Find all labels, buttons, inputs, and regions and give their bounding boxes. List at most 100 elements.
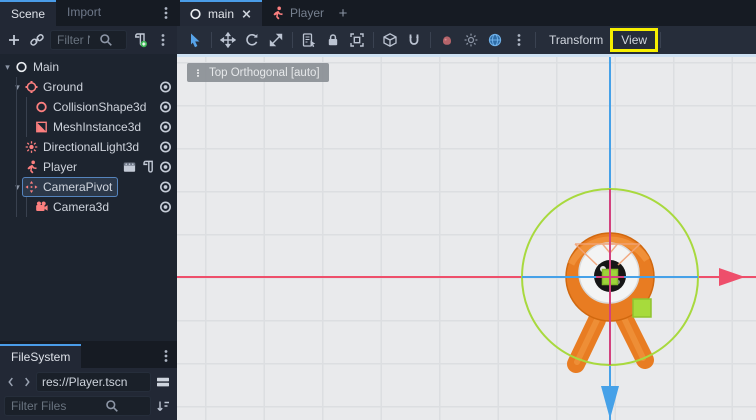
move-gizmo-xz-plane-handle[interactable] <box>633 299 651 317</box>
tree-row-camera3d[interactable]: Camera3d <box>0 197 177 217</box>
rotate-tool-icon[interactable] <box>240 28 264 52</box>
tree-guide-line <box>16 197 17 217</box>
tree-guide-line <box>16 137 17 157</box>
select-tool-icon[interactable] <box>183 28 207 52</box>
tree-node-label: Main <box>33 60 59 74</box>
viewport-scene <box>177 54 756 420</box>
group-icon[interactable] <box>345 28 369 52</box>
tree-guide-line <box>16 157 17 177</box>
visibility-eye-icon[interactable] <box>158 100 173 115</box>
tree-node-label: Player <box>43 160 77 174</box>
add-scene-tab-button[interactable]: + <box>332 0 354 26</box>
menu-transform[interactable]: Transform <box>540 30 612 50</box>
snap-icon[interactable] <box>402 28 426 52</box>
scene-dock-menu-dots-icon[interactable] <box>157 4 175 22</box>
lock-icon[interactable] <box>321 28 345 52</box>
godot-editor-window: Scene Import Filter Node ▾ Main ▾Ground Col… <box>0 0 756 420</box>
visibility-eye-icon[interactable] <box>158 80 173 95</box>
scene-tab-label: Player <box>290 6 324 20</box>
visibility-eye-icon[interactable] <box>158 180 173 195</box>
characterbody3d-icon <box>270 6 285 21</box>
attach-script-button[interactable] <box>130 30 150 50</box>
tab-filesystem[interactable]: FileSystem <box>0 344 81 368</box>
collisionshape3d-icon <box>34 100 49 115</box>
tree-row-main[interactable]: ▾ Main <box>0 57 177 77</box>
tree-node-label: CameraPivot <box>43 180 112 194</box>
tree-node-label: MeshInstance3d <box>53 120 141 134</box>
expander-arrow-icon[interactable]: ▾ <box>12 82 23 93</box>
filter-files-placeholder: Filter Files <box>11 399 79 413</box>
toolbar-separator <box>211 32 212 48</box>
sun-icon[interactable] <box>459 28 483 52</box>
filesystem-menu-dots-icon[interactable] <box>157 347 175 365</box>
move-gizmo-z-arrow[interactable] <box>601 386 619 419</box>
camera-preview-icon[interactable] <box>435 28 459 52</box>
tree-guide-line <box>16 177 17 197</box>
view-mode-label: Top Orthogonal [auto] <box>209 67 320 79</box>
toolbar-separator <box>430 32 431 48</box>
filter-node-placeholder: Filter Node <box>57 33 90 47</box>
file-sort-button[interactable] <box>153 396 173 416</box>
expander-arrow-icon[interactable]: ▾ <box>12 182 23 193</box>
move-tool-icon[interactable] <box>216 28 240 52</box>
scene-tab-main[interactable]: main <box>180 0 262 26</box>
filesystem-filter-row: Filter Files <box>4 396 173 418</box>
dots-vertical-icon[interactable] <box>507 28 531 52</box>
viewport-toolbar: TransformView <box>177 26 756 54</box>
tree-guide-line <box>26 97 27 117</box>
toolbar-separator <box>535 32 536 48</box>
visibility-eye-icon[interactable] <box>158 200 173 215</box>
tree-node-label: CollisionShape3d <box>53 100 146 114</box>
visibility-eye-icon[interactable] <box>158 160 173 175</box>
nav-back-icon[interactable] <box>4 373 18 391</box>
visibility-eye-icon[interactable] <box>158 140 173 155</box>
tree-row-ground[interactable]: ▾Ground <box>0 77 177 97</box>
toolbar-separator <box>292 32 293 48</box>
toolbar-separator <box>373 32 374 48</box>
box-icon[interactable] <box>378 28 402 52</box>
move-gizmo-x-arrow[interactable] <box>719 268 745 286</box>
visibility-eye-icon[interactable] <box>158 120 173 135</box>
tree-row-collisionshape3d[interactable]: CollisionShape3d <box>0 97 177 117</box>
tree-row-directionallight3d[interactable]: DirectionalLight3d <box>0 137 177 157</box>
view-mode-pill[interactable]: Top Orthogonal [auto] <box>187 63 329 82</box>
search-icon <box>90 33 123 48</box>
tree-row-meshinstance3d[interactable]: MeshInstance3d <box>0 117 177 137</box>
list-select-tool-icon[interactable] <box>297 28 321 52</box>
tree-row-camerapivot[interactable]: ▾ CameraPivot <box>0 177 177 197</box>
directionallight3d-icon <box>24 140 39 155</box>
movie-icon[interactable] <box>122 160 137 175</box>
expander-arrow-icon[interactable]: ▾ <box>2 62 13 73</box>
toolbar-separator <box>660 32 661 48</box>
filter-node-input[interactable]: Filter Node <box>50 30 127 50</box>
script-icon[interactable] <box>140 160 155 175</box>
main-area: main Player + TransformView <box>177 0 756 420</box>
camera3d-icon <box>34 200 49 215</box>
tree-guide-line <box>16 97 17 117</box>
3d-viewport[interactable]: Top Orthogonal [auto] <box>177 54 756 420</box>
scale-tool-icon[interactable] <box>264 28 288 52</box>
tab-scene[interactable]: Scene <box>0 0 56 26</box>
scene-tree-menu-dots-icon[interactable] <box>153 30 173 50</box>
add-node-button[interactable] <box>4 30 24 50</box>
menu-view[interactable]: View <box>612 30 656 50</box>
node-icon <box>188 7 203 22</box>
instance-scene-button[interactable] <box>27 30 47 50</box>
tab-import[interactable]: Import <box>56 0 112 26</box>
current-path-field[interactable]: res://Player.tscn <box>36 372 151 392</box>
filter-files-input[interactable]: Filter Files <box>4 396 151 416</box>
nav-forward-icon[interactable] <box>20 373 34 391</box>
filesystem-dock: FileSystem res://Player.tscn Filter File… <box>0 344 177 420</box>
tree-node-label: Camera3d <box>53 200 109 214</box>
split-mode-toggle-icon[interactable] <box>153 372 173 392</box>
environment-icon[interactable] <box>483 28 507 52</box>
staticbody3d-icon <box>24 80 39 95</box>
tree-guide-line <box>26 197 27 217</box>
scene-tree-toolbar: Filter Node <box>0 26 177 54</box>
node-icon <box>14 60 29 75</box>
scene-tab-player[interactable]: Player <box>262 0 332 26</box>
close-tab-icon[interactable] <box>239 7 254 22</box>
view-menu-dots-icon[interactable] <box>193 66 203 80</box>
tree-row-player[interactable]: Player <box>0 157 177 177</box>
characterbody3d-icon <box>24 160 39 175</box>
